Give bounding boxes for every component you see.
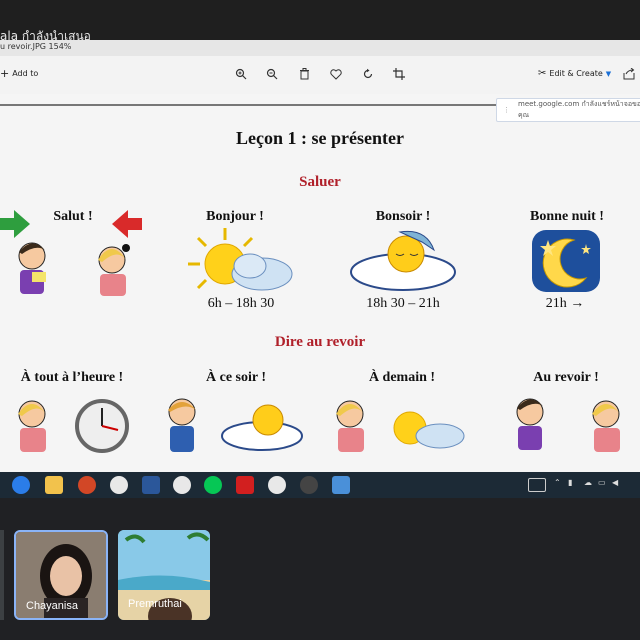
participant-tile-partial [0,530,4,620]
edit-create-label: Edit & Create [549,69,603,78]
farewell-label-demain: À demain ! [368,370,436,385]
bonsoir-time: 18h 30 – 21h [366,296,440,311]
greeting-label-bonsoir: Bonsoir ! [375,209,431,224]
sun-cloud-illustration [180,226,300,296]
usb-icon[interactable]: ▮ [568,478,572,487]
edit-create-button[interactable]: ✂ Edit & Create ▼ [538,68,611,79]
participant-tile-premruthai[interactable]: Premruthai [118,530,210,620]
photos-titlebar [0,40,640,56]
edge-icon[interactable] [12,476,30,494]
greeting-label-bonne-nuit: Bonne nuit ! [530,209,604,224]
cloud-icon[interactable]: ☁ [584,478,592,487]
add-to-label: Add to [12,69,39,78]
keyboard-icon[interactable] [528,478,546,492]
rotate-icon[interactable] [361,67,375,81]
farewell-label-au-revoir: Au revoir ! [533,370,599,385]
plus-icon: + [0,67,10,80]
battery-icon[interactable]: ▭ [598,478,606,487]
participant-name: Premruthai [128,598,182,610]
section-dire-au-revoir: Dire au revoir [274,334,366,350]
screen-share-text: meet.google.com กำลังแชร์หน้าจอของคุณ [518,100,640,119]
word-icon[interactable] [142,476,160,494]
photos-app-icon[interactable] [332,476,350,494]
delete-icon[interactable] [297,67,311,81]
participant-name: Chayanisa [26,600,78,612]
greeting-label-bonjour: Bonjour ! [206,209,264,224]
chevron-up-icon[interactable]: ⌃ [554,478,561,487]
salut-illustration [0,208,150,298]
farewell-label-ce-soir: À ce soir ! [206,370,266,385]
zoom-in-icon[interactable] [234,67,248,81]
add-to-button[interactable]: + Add to [0,67,38,80]
volume-icon[interactable]: ◀ [612,478,618,487]
lesson-title: Leçon 1 : se présenter [236,128,404,148]
farewell-illustrations [0,392,640,472]
chrome-app-icon[interactable] [268,476,286,494]
acrobat-icon[interactable] [236,476,254,494]
favorite-heart-icon[interactable] [329,67,343,81]
crop-icon[interactable] [392,67,406,81]
zoom-out-icon[interactable] [265,67,279,81]
farewell-label-tout-a-lheure: À tout à l’heure ! [20,370,124,385]
presenter-bar [0,0,640,40]
file-title: u revoir.JPG 154% [0,42,72,51]
grip-icon: ⋮ [503,106,510,114]
bonjour-time: 6h – 18h 30 [207,296,275,311]
section-saluer: Saluer [299,174,341,190]
sleeping-sun-cloud-illustration [348,228,458,296]
edit-wand-icon: ✂ [538,68,547,79]
chrome-profile-icon[interactable] [173,476,191,494]
line-app-icon[interactable] [204,476,222,494]
screen-share-popup[interactable]: ⋮ meet.google.com กำลังแชร์หน้าจอของคุณ [496,98,640,122]
moon-night-illustration [528,226,604,296]
chrome-icon[interactable] [110,476,128,494]
participant-tile-chayanisa[interactable]: Chayanisa [14,530,108,620]
chevron-down-icon: ▼ [605,69,612,78]
file-explorer-icon[interactable] [45,476,63,494]
media-player-icon[interactable] [300,476,318,494]
share-icon[interactable] [622,67,636,81]
powerpoint-icon[interactable] [78,476,96,494]
bonne-nuit-time: 21h → [545,296,585,311]
